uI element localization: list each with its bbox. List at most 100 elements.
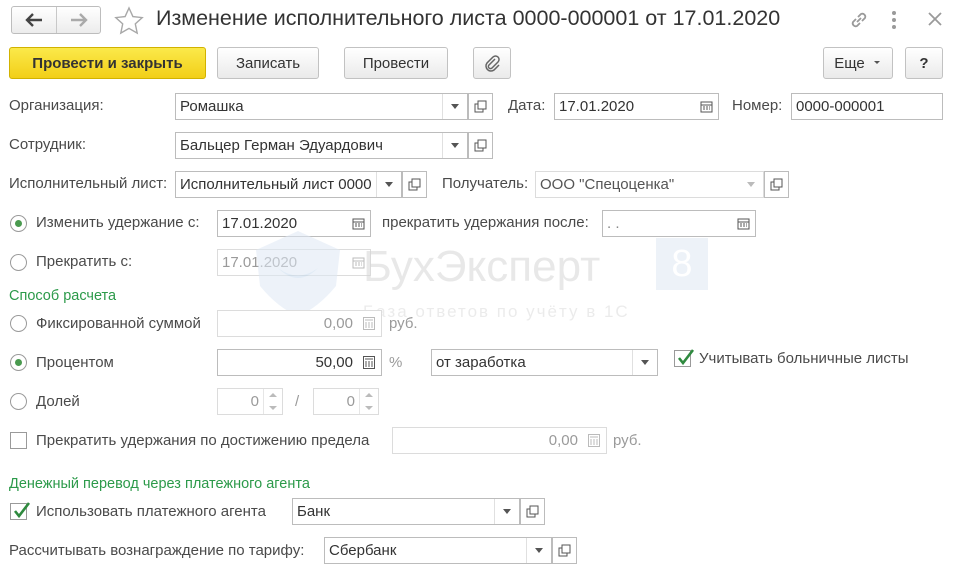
agent-open-button[interactable] [520, 498, 545, 525]
recipient-open-button[interactable] [764, 171, 789, 198]
transfer-section-title: Денежный перевод через платежного агента [9, 476, 310, 492]
tariff-value: Сбербанк [329, 542, 397, 559]
dropdown-arrow-icon [503, 508, 511, 514]
favorite-star-button[interactable] [114, 6, 144, 36]
share-numerator-field[interactable]: 0 [217, 388, 283, 415]
more-button-label: Еще [834, 54, 865, 72]
spin-down-icon[interactable] [360, 402, 378, 415]
agent-value: Банк [297, 503, 331, 520]
org-dropdown-button[interactable] [442, 94, 467, 119]
change-from-radio[interactable] [10, 215, 27, 232]
writ-open-button[interactable] [402, 171, 427, 198]
calendar-icon [700, 101, 712, 113]
sick-leave-label: Учитывать больничные листы [699, 350, 909, 367]
change-from-label: Изменить удержание с: [36, 214, 200, 231]
dropdown-arrow-icon [747, 181, 755, 187]
writ-field[interactable]: Исполнительный лист 0000 [175, 171, 402, 198]
share-numerator-value: 0 [250, 393, 259, 410]
percent-field[interactable]: 50,00 [217, 349, 382, 376]
spin-down-icon[interactable] [264, 402, 282, 415]
change-from-date-field[interactable]: 17.01.2020 [217, 210, 371, 237]
writ-value: Исполнительный лист 0000 [180, 176, 372, 193]
save-button[interactable]: Записать [217, 47, 319, 79]
use-agent-checkbox[interactable] [10, 502, 31, 520]
agent-field[interactable]: Банк [292, 498, 520, 525]
open-icon [558, 544, 571, 557]
chevron-down-icon [873, 61, 880, 64]
star-icon [114, 6, 144, 35]
calculator-button[interactable] [357, 311, 381, 336]
link-button[interactable] [848, 9, 870, 35]
more-button[interactable]: Еще [823, 47, 893, 79]
dropdown-arrow-icon [641, 359, 649, 365]
employee-open-button[interactable] [468, 132, 493, 159]
share-radio[interactable] [10, 393, 27, 410]
paperclip-icon [485, 55, 500, 72]
fixed-amount-unit: руб. [389, 315, 418, 332]
forward-button[interactable] [57, 7, 101, 33]
calendar-button[interactable] [346, 211, 370, 236]
recipient-value: ООО "Спецоценка" [540, 176, 675, 193]
percent-base-field[interactable]: от заработка [431, 349, 658, 376]
spin-up-icon[interactable] [360, 389, 378, 402]
close-button[interactable] [926, 10, 944, 32]
calendar-button[interactable] [694, 94, 718, 119]
fixed-amount-label: Фиксированной суммой [36, 315, 201, 332]
recipient-label: Получатель: [442, 175, 529, 192]
calculator-button[interactable] [582, 428, 606, 453]
recipient-field[interactable]: ООО "Спецоценка" [535, 171, 764, 198]
tariff-dropdown-button[interactable] [526, 538, 551, 563]
tariff-open-button[interactable] [552, 537, 577, 564]
date-field[interactable]: 17.01.2020 [554, 93, 719, 120]
calc-section-title: Способ расчета [9, 288, 117, 304]
employee-dropdown-button[interactable] [442, 133, 467, 158]
dropdown-arrow-icon [535, 547, 543, 553]
calendar-button[interactable] [346, 250, 370, 275]
recipient-dropdown-button[interactable] [739, 172, 763, 197]
watermark-digit-text: 8 [671, 242, 693, 285]
attach-file-button[interactable] [473, 47, 511, 79]
limit-field[interactable]: 0,00 [392, 427, 607, 454]
limit-value: 0,00 [548, 432, 578, 449]
number-field[interactable]: 0000-000001 [791, 93, 943, 120]
fixed-amount-field[interactable]: 0,00 [217, 310, 382, 337]
calendar-button[interactable] [731, 211, 755, 236]
more-vertical-icon [892, 11, 896, 29]
share-separator: / [295, 393, 300, 410]
number-value: 0000-000001 [796, 98, 885, 115]
employee-label: Сотрудник: [9, 136, 87, 153]
share-label: Долей [36, 393, 80, 410]
spin-up-icon[interactable] [264, 389, 282, 402]
org-open-button[interactable] [468, 93, 493, 120]
post-button[interactable]: Провести [344, 47, 448, 79]
stop-after-date-field[interactable]: . . [602, 210, 756, 237]
limit-checkbox[interactable] [10, 432, 27, 449]
watermark-brand: БухЭксперт [363, 242, 601, 291]
org-field[interactable]: Ромашка [175, 93, 468, 120]
back-button[interactable] [12, 7, 57, 33]
tariff-field[interactable]: Сбербанк [324, 537, 552, 564]
calculator-icon [588, 434, 600, 447]
percent-base-dropdown-button[interactable] [632, 350, 657, 375]
checkmark-icon [13, 502, 31, 519]
percent-radio[interactable] [10, 354, 27, 371]
stop-from-date-field[interactable]: 17.01.2020 [217, 249, 371, 276]
window-menu-button[interactable] [890, 9, 898, 35]
help-button[interactable]: ? [905, 47, 943, 79]
open-icon [408, 178, 421, 191]
page-title: Изменение исполнительного листа 0000-000… [156, 6, 781, 30]
tariff-label: Рассчитывать вознаграждение по тарифу: [9, 542, 305, 559]
sick-leave-checkbox[interactable] [674, 349, 695, 367]
agent-dropdown-button[interactable] [494, 499, 519, 524]
share-denominator-field[interactable]: 0 [313, 388, 379, 415]
writ-dropdown-button[interactable] [376, 172, 401, 197]
post-and-close-button[interactable]: Провести и закрыть [9, 47, 206, 79]
employee-field[interactable]: Бальцер Герман Эдуардович [175, 132, 468, 159]
writ-label: Исполнительный лист: [9, 175, 168, 192]
stop-from-date-value: 17.01.2020 [222, 254, 298, 271]
fixed-amount-radio[interactable] [10, 315, 27, 332]
close-icon [928, 12, 942, 26]
calculator-button[interactable] [357, 350, 381, 375]
checkmark-icon [677, 349, 695, 366]
stop-from-radio[interactable] [10, 254, 27, 271]
